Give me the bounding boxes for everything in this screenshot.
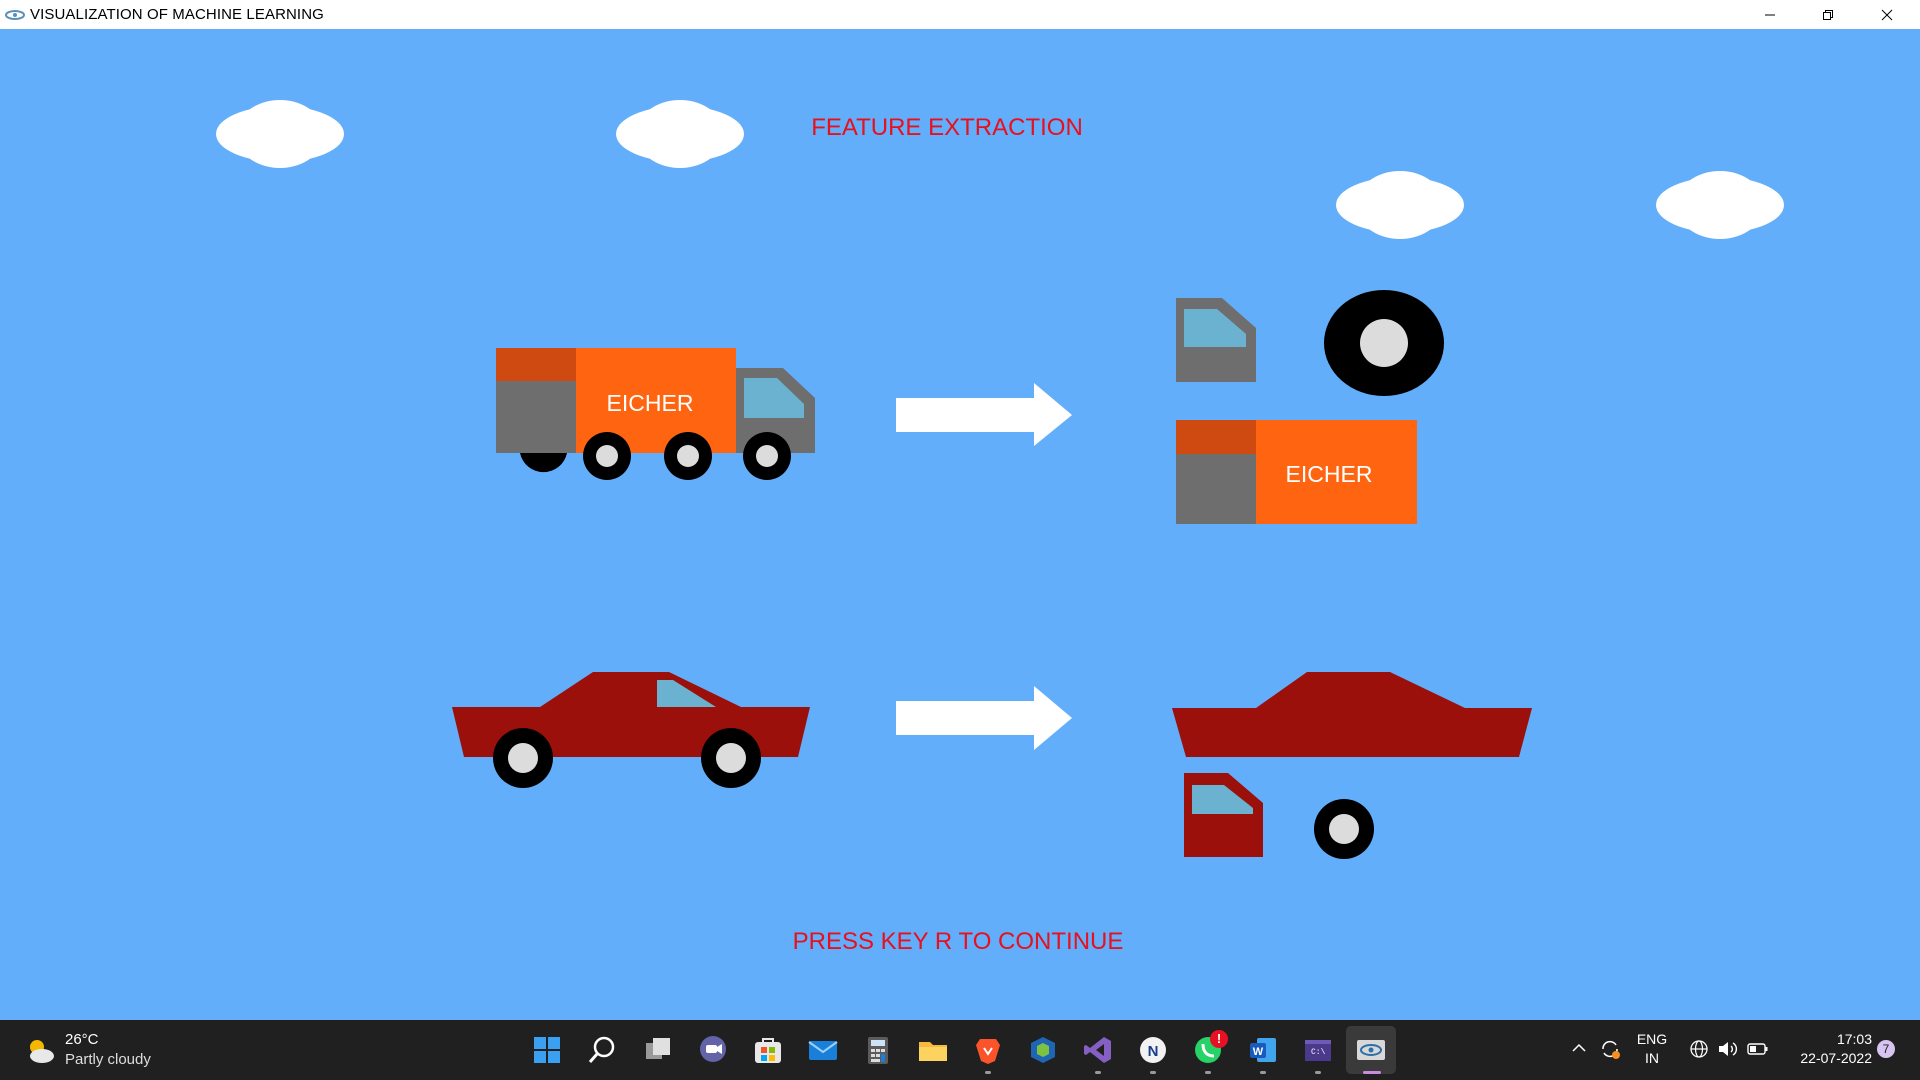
sky-background [0,29,1920,1020]
truck-label: EICHER [607,390,694,416]
car-wheel-feature [1314,799,1374,859]
close-button[interactable] [1858,0,1916,29]
opengl-eye-icon [5,9,25,20]
truck-wheel [583,432,631,480]
notification-count-badge[interactable]: 7 [1877,1040,1895,1058]
terminal-icon[interactable]: C:\ [1302,1034,1334,1066]
mail-icon[interactable] [807,1034,839,1066]
truck-wheel-feature [1324,290,1444,396]
truck-wheel [743,432,791,480]
car-wheel [493,728,553,788]
minimize-icon [1765,14,1775,15]
region-code: IN [1645,1050,1659,1066]
truck-body-label: EICHER [1286,461,1373,487]
active-indicator [1363,1071,1381,1074]
car-wheel [701,728,761,788]
running-indicator [1205,1071,1211,1074]
svg-text:W: W [1253,1046,1264,1058]
running-indicator [985,1071,991,1074]
running-indicator [1095,1071,1101,1074]
calculator-icon[interactable] [862,1034,894,1066]
running-indicator [1260,1071,1266,1074]
restore-button[interactable] [1799,0,1857,29]
continue-prompt: PRESS KEY R TO CONTINUE [793,928,1124,955]
virtualbox-icon[interactable] [1027,1034,1059,1066]
file-explorer-icon[interactable] [917,1034,949,1066]
truck-wheel [664,432,712,480]
network-globe-icon[interactable] [1689,1039,1709,1059]
start-icon[interactable] [531,1034,563,1066]
visual-studio-icon[interactable] [1082,1034,1114,1066]
clock-time: 17:03 [1836,1031,1872,1047]
word-icon[interactable]: W [1247,1034,1279,1066]
teams-chat-icon[interactable] [697,1034,729,1066]
app-icon[interactable]: N [1137,1034,1169,1066]
weather-widget[interactable]: 26°C Partly cloudy [22,1030,172,1072]
close-icon [1881,9,1893,20]
minimize-button[interactable] [1741,0,1799,29]
scene-canvas: FEATURE EXTRACTION EICHER EICHER PRESS K… [0,29,1920,1020]
truck-rear-top [496,348,576,381]
svg-text:N: N [1148,1043,1159,1060]
microsoft-store-icon[interactable] [752,1034,784,1066]
opengl-app-icon[interactable] [1355,1034,1387,1066]
restore-icon [1823,9,1833,20]
clock[interactable]: 17:03 22-07-2022 [1782,1030,1872,1068]
sync-icon[interactable] [1599,1038,1621,1060]
running-indicator [1150,1071,1156,1074]
truck-body-feature: EICHER [1176,420,1417,524]
whatsapp-notification-badge: ! [1210,1030,1228,1048]
brave-icon[interactable] [972,1034,1004,1066]
task-view-icon[interactable] [642,1034,674,1066]
weather-condition: Partly cloudy [65,1051,151,1068]
scene-heading: FEATURE EXTRACTION [811,114,1083,141]
language-code: ENG [1636,1031,1668,1047]
window-title: VISUALIZATION OF MACHINE LEARNING [30,6,324,23]
clock-date: 22-07-2022 [1800,1050,1872,1066]
search-icon[interactable] [586,1034,618,1066]
language-indicator[interactable]: ENG IN [1632,1030,1672,1068]
running-indicator [1315,1071,1321,1074]
battery-icon[interactable] [1747,1041,1769,1057]
volume-icon[interactable] [1717,1039,1739,1059]
title-bar: VISUALIZATION OF MACHINE LEARNING [0,0,1920,29]
svg-text:C:\: C:\ [1311,1048,1326,1057]
show-hidden-icons-chevron-icon[interactable] [1571,1040,1587,1056]
partly-cloudy-icon [30,1040,54,1063]
weather-temp: 26°C [65,1031,99,1048]
